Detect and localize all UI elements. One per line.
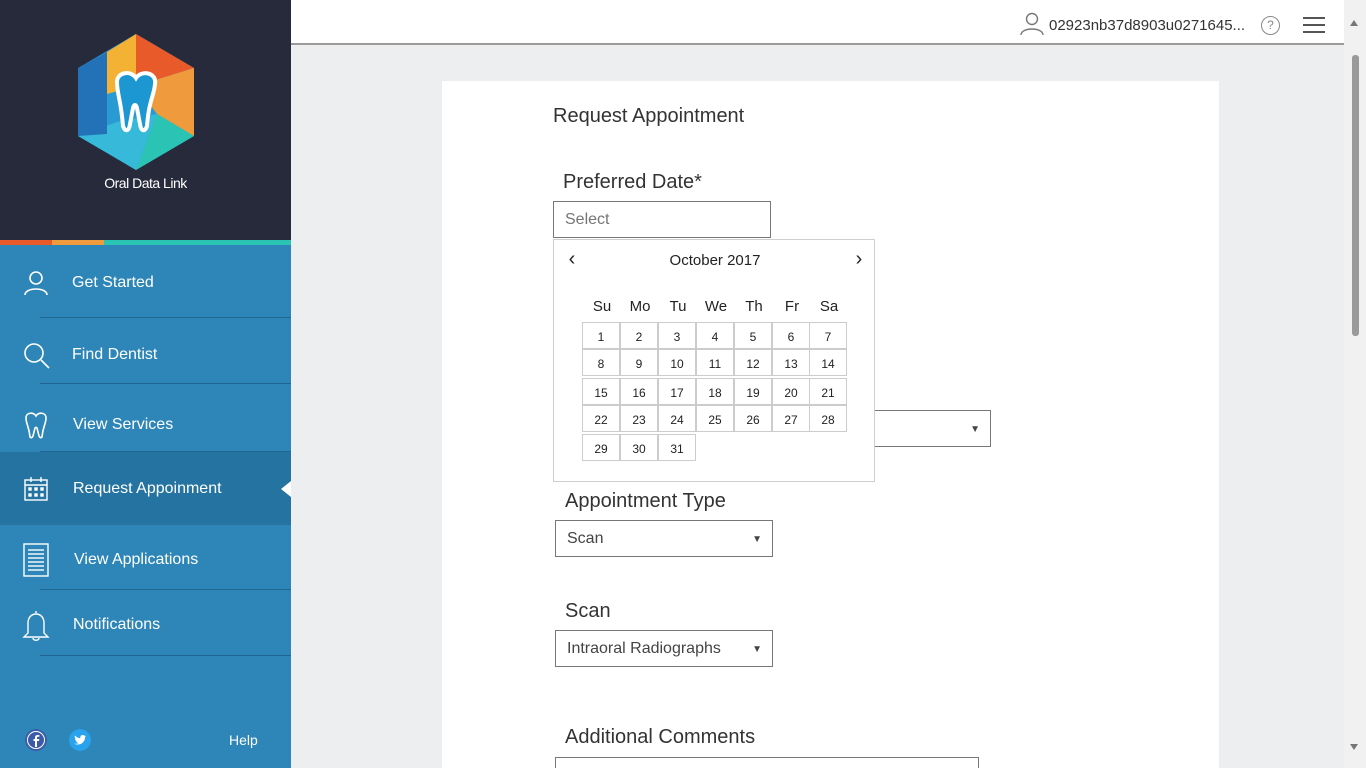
calendar-day[interactable]: 23 — [620, 405, 658, 432]
help-icon[interactable]: ? — [1261, 16, 1280, 35]
sidebar-item-view-applications[interactable]: View Applications — [0, 528, 291, 592]
sidebar-item-label: Find Dentist — [72, 346, 158, 363]
preferred-date-input[interactable] — [553, 201, 771, 238]
chevron-down-icon: ▼ — [970, 424, 980, 435]
active-indicator — [281, 480, 291, 497]
additional-comments-textarea[interactable] — [555, 757, 979, 768]
calendar-day[interactable]: 18 — [696, 378, 734, 405]
calendar-day[interactable]: 4 — [696, 322, 734, 349]
calendar-day[interactable]: 11 — [696, 349, 734, 376]
calendar-day[interactable]: 5 — [734, 322, 772, 349]
chevron-right-icon[interactable]: › — [849, 249, 869, 270]
brand-stripe-yellow — [52, 240, 104, 245]
sidebar-item-get-started[interactable]: Get Started — [0, 250, 291, 316]
sidebar-divider — [40, 589, 291, 590]
brand-header: Oral Data Link — [0, 0, 291, 240]
appointment-type-select[interactable]: Scan ▼ — [555, 520, 773, 557]
brand-name: Oral Data Link — [104, 175, 187, 191]
weekday-label: Mo — [629, 298, 651, 315]
calendar-day[interactable]: 27 — [772, 405, 810, 432]
calendar-day[interactable]: 26 — [734, 405, 772, 432]
calendar-day[interactable]: 13 — [772, 349, 810, 376]
sidebar-item-label: Request Appoinment — [73, 479, 222, 497]
calendar-day[interactable]: 7 — [809, 322, 847, 349]
weekday-label: Sa — [819, 298, 839, 315]
user-account-icon[interactable] — [1020, 11, 1044, 35]
calendar-day[interactable]: 31 — [658, 434, 696, 461]
bell-icon — [22, 611, 50, 641]
calendar-day[interactable]: 15 — [582, 378, 620, 405]
sidebar-item-request-appointment[interactable]: Request Appoinment — [0, 452, 291, 525]
calendar-day[interactable]: 25 — [696, 405, 734, 432]
search-icon — [24, 343, 50, 369]
sidebar-item-find-dentist[interactable]: Find Dentist — [0, 322, 291, 388]
calendar-day[interactable]: 24 — [658, 405, 696, 432]
sidebar-item-label: View Services — [73, 416, 174, 433]
top-bar: 02923nb37d8903u0271645... ? — [291, 0, 1366, 45]
calendar-day[interactable]: 22 — [582, 405, 620, 432]
facebook-icon[interactable] — [25, 729, 47, 751]
calendar-day[interactable]: 21 — [809, 378, 847, 405]
oral-data-link-logo — [78, 34, 194, 170]
weekday-label: Tu — [669, 298, 687, 315]
twitter-icon[interactable] — [69, 729, 91, 751]
sidebar-divider — [40, 383, 291, 384]
sidebar-item-notifications[interactable]: Notifications — [0, 592, 291, 658]
page-scrollbar[interactable] — [1344, 0, 1366, 768]
calendar-day[interactable]: 29 — [582, 434, 620, 461]
user-id[interactable]: 02923nb37d8903u0271645... — [1049, 17, 1245, 34]
weekday-label: Fr — [784, 298, 800, 315]
calendar-month-label: October 2017 — [669, 252, 761, 269]
calendar-day[interactable]: 19 — [734, 378, 772, 405]
document-list-icon — [23, 543, 49, 577]
calendar-day[interactable]: 12 — [734, 349, 772, 376]
calendar-day[interactable]: 20 — [772, 378, 810, 405]
scan-label: Scan — [565, 600, 611, 622]
hamburger-menu-icon[interactable] — [1303, 17, 1325, 33]
sidebar: Oral Data Link Get Started Find Dentist … — [0, 0, 291, 768]
help-link[interactable]: Help — [229, 732, 258, 748]
calendar-icon — [24, 476, 48, 501]
scan-select[interactable]: Intraoral Radiographs ▼ — [555, 630, 773, 667]
calendar-day[interactable]: 28 — [809, 405, 847, 432]
calendar-day[interactable]: 30 — [620, 434, 658, 461]
chevron-down-icon: ▼ — [752, 534, 762, 545]
page-title: Request Appointment — [553, 105, 745, 127]
preferred-date-label: Preferred Date* — [563, 171, 702, 193]
calendar-day[interactable]: 16 — [620, 378, 658, 405]
calendar-day[interactable]: 14 — [809, 349, 847, 376]
calendar-day[interactable]: 9 — [620, 349, 658, 376]
scroll-up-arrow-icon[interactable] — [1350, 20, 1358, 26]
appointment-type-value: Scan — [567, 530, 604, 547]
calendar-day[interactable]: 3 — [658, 322, 696, 349]
additional-comments-label: Additional Comments — [565, 726, 756, 748]
weekday-label: Su — [592, 298, 612, 315]
chevron-down-icon: ▼ — [752, 644, 762, 655]
calendar-day[interactable]: 1 — [582, 322, 620, 349]
scroll-down-arrow-icon[interactable] — [1350, 744, 1358, 750]
calendar-day[interactable]: 6 — [772, 322, 810, 349]
scroll-thumb[interactable] — [1352, 55, 1359, 336]
calendar-day[interactable]: 17 — [658, 378, 696, 405]
tooth-icon — [25, 412, 47, 439]
sidebar-item-view-services[interactable]: View Services — [0, 392, 291, 458]
weekday-label: We — [704, 298, 728, 315]
sidebar-divider — [40, 655, 291, 656]
calendar-day[interactable]: 10 — [658, 349, 696, 376]
date-picker-calendar: ‹ October 2017 › Su Mo Tu We Th Fr Sa 1 2 3 4 5 6 7 8 9… — [553, 239, 875, 482]
hidden-select[interactable]: ▼ — [870, 410, 991, 447]
appointment-type-label: Appointment Type — [565, 490, 726, 512]
sidebar-divider — [40, 317, 291, 318]
sidebar-item-label: Notifications — [73, 616, 161, 633]
sidebar-item-label: Get Started — [72, 274, 154, 291]
scan-value: Intraoral Radiographs — [567, 640, 721, 657]
calendar-day[interactable]: 8 — [582, 349, 620, 376]
brand-stripe-teal — [104, 240, 291, 245]
weekday-label: Th — [745, 298, 763, 315]
calendar-day[interactable]: 2 — [620, 322, 658, 349]
user-icon — [24, 271, 48, 296]
sidebar-item-label: View Applications — [74, 551, 199, 568]
brand-stripe-orange — [0, 240, 52, 245]
